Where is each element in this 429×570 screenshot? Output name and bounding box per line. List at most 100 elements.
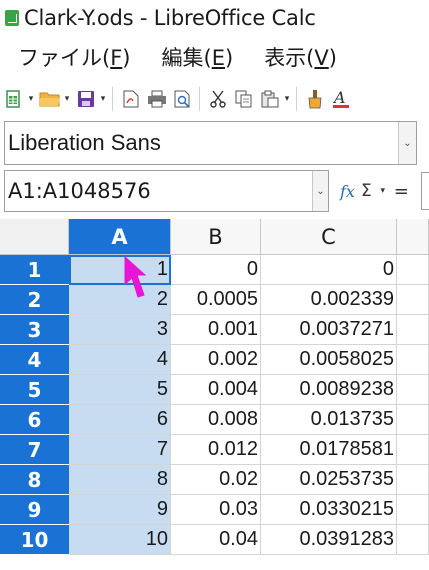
- cell-c10[interactable]: 0.0391283: [261, 525, 397, 555]
- formula-equals-icon[interactable]: =: [394, 181, 409, 202]
- cell-d4[interactable]: [397, 345, 429, 375]
- cell-c3[interactable]: 0.0037271: [261, 315, 397, 345]
- row-header-6[interactable]: 6: [0, 405, 69, 435]
- open-dropdown-icon[interactable]: ▾: [62, 94, 72, 104]
- formula-bar: A1:A1048576 ⌄ fx Σ ▾ =: [0, 170, 429, 214]
- cell-b4[interactable]: 0.002: [171, 345, 261, 375]
- menu-view-accel: V: [314, 46, 329, 70]
- cell-a10[interactable]: 10: [69, 525, 171, 555]
- menu-view-end: ): [328, 46, 337, 70]
- font-name-value[interactable]: Liberation Sans: [5, 130, 398, 156]
- column-header-a[interactable]: A: [69, 219, 171, 255]
- cell-c9[interactable]: 0.0330215: [261, 495, 397, 525]
- paste-dropdown-icon[interactable]: ▾: [282, 94, 292, 104]
- name-box-dropdown-icon[interactable]: ⌄: [312, 171, 328, 211]
- spreadsheet-grid: A B C 1 1 0 0 2 2 0.0005 0.002339 3 3 0.001 0.00372…: [0, 219, 429, 570]
- cell-c4[interactable]: 0.0058025: [261, 345, 397, 375]
- menu-edit[interactable]: 編集(E): [144, 42, 247, 72]
- column-header-c[interactable]: C: [261, 219, 397, 255]
- new-dropdown-icon[interactable]: ▾: [26, 94, 36, 104]
- cell-a4[interactable]: 4: [69, 345, 171, 375]
- cell-d7[interactable]: [397, 435, 429, 465]
- cell-b10[interactable]: 0.04: [171, 525, 261, 555]
- cell-d6[interactable]: [397, 405, 429, 435]
- cell-d3[interactable]: [397, 315, 429, 345]
- print-preview-icon[interactable]: [171, 86, 195, 112]
- font-name-combobox[interactable]: Liberation Sans ⌄: [4, 121, 417, 165]
- cell-a8[interactable]: 8: [69, 465, 171, 495]
- row-header-5[interactable]: 5: [0, 375, 69, 405]
- cell-b8[interactable]: 0.02: [171, 465, 261, 495]
- menu-edit-label: 編集(: [161, 46, 212, 70]
- save-dropdown-icon[interactable]: ▾: [98, 94, 108, 104]
- toolbar-separator: [296, 87, 297, 111]
- font-name-dropdown-icon[interactable]: ⌄: [398, 122, 416, 164]
- sum-dropdown-icon[interactable]: ▾: [378, 186, 388, 196]
- function-wizard-icon[interactable]: fx: [340, 182, 355, 201]
- new-icon[interactable]: [2, 86, 26, 112]
- open-icon[interactable]: [38, 86, 62, 112]
- cell-c5[interactable]: 0.0089238: [261, 375, 397, 405]
- standard-toolbar: ▾ ▾ ▾ ▾ A: [0, 78, 429, 120]
- clone-formatting-icon[interactable]: [303, 86, 327, 112]
- svg-text:A: A: [333, 89, 346, 107]
- menu-edit-accel: E: [211, 46, 225, 70]
- menu-view-label: 表示(: [264, 46, 315, 70]
- cell-c2[interactable]: 0.002339: [261, 285, 397, 315]
- row-header-4[interactable]: 4: [0, 345, 69, 375]
- row-header-8[interactable]: 8: [0, 465, 69, 495]
- row-header-3[interactable]: 3: [0, 315, 69, 345]
- name-box-value[interactable]: A1:A1048576: [5, 179, 312, 203]
- cell-a7[interactable]: 7: [69, 435, 171, 465]
- row-header-7[interactable]: 7: [0, 435, 69, 465]
- cell-d10[interactable]: [397, 525, 429, 555]
- cell-b2[interactable]: 0.0005: [171, 285, 261, 315]
- cell-b5[interactable]: 0.004: [171, 375, 261, 405]
- select-all-corner[interactable]: [0, 219, 69, 255]
- cell-d9[interactable]: [397, 495, 429, 525]
- cell-a3[interactable]: 3: [69, 315, 171, 345]
- row-header-1[interactable]: 1: [0, 255, 69, 285]
- save-icon[interactable]: [74, 86, 98, 112]
- cell-b6[interactable]: 0.008: [171, 405, 261, 435]
- window-title: Clark-Y.ods - LibreOffice Calc: [24, 6, 316, 30]
- cell-c6[interactable]: 0.013735: [261, 405, 397, 435]
- export-pdf-icon[interactable]: [119, 86, 143, 112]
- column-header-b[interactable]: B: [171, 219, 261, 255]
- menu-file-label: ファイル(: [18, 46, 111, 70]
- calc-app-icon: [5, 10, 19, 26]
- cell-d2[interactable]: [397, 285, 429, 315]
- cell-a5[interactable]: 5: [69, 375, 171, 405]
- row-header-10[interactable]: 10: [0, 525, 69, 555]
- menu-file-end: ): [122, 46, 131, 70]
- cell-a6[interactable]: 6: [69, 405, 171, 435]
- cell-c8[interactable]: 0.0253735: [261, 465, 397, 495]
- cell-d8[interactable]: [397, 465, 429, 495]
- toolbar-separator: [112, 87, 113, 111]
- sum-icon[interactable]: Σ: [361, 181, 372, 201]
- cell-b7[interactable]: 0.012: [171, 435, 261, 465]
- cell-d5[interactable]: [397, 375, 429, 405]
- cell-c7[interactable]: 0.0178581: [261, 435, 397, 465]
- column-header-d[interactable]: [397, 219, 429, 255]
- print-icon[interactable]: [145, 86, 169, 112]
- row-header-2[interactable]: 2: [0, 285, 69, 315]
- cell-d1[interactable]: [397, 255, 429, 285]
- toolbar-separator: [199, 87, 200, 111]
- menu-view[interactable]: 表示(V): [246, 42, 350, 72]
- menu-bar: ファイル(F) 編集(E) 表示(V): [0, 36, 429, 78]
- cell-b9[interactable]: 0.03: [171, 495, 261, 525]
- menu-file[interactable]: ファイル(F): [0, 42, 144, 72]
- cell-c1[interactable]: 0: [261, 255, 397, 285]
- font-color-icon[interactable]: A: [329, 86, 353, 112]
- formula-input[interactable]: [421, 172, 429, 210]
- cell-a9[interactable]: 9: [69, 495, 171, 525]
- paste-icon[interactable]: [258, 86, 282, 112]
- cell-b3[interactable]: 0.001: [171, 315, 261, 345]
- name-box[interactable]: A1:A1048576 ⌄: [4, 170, 329, 212]
- row-header-9[interactable]: 9: [0, 495, 69, 525]
- cell-b1[interactable]: 0: [171, 255, 261, 285]
- cut-icon[interactable]: [206, 86, 230, 112]
- mouse-pointer-icon: [124, 255, 147, 298]
- copy-icon[interactable]: [232, 86, 256, 112]
